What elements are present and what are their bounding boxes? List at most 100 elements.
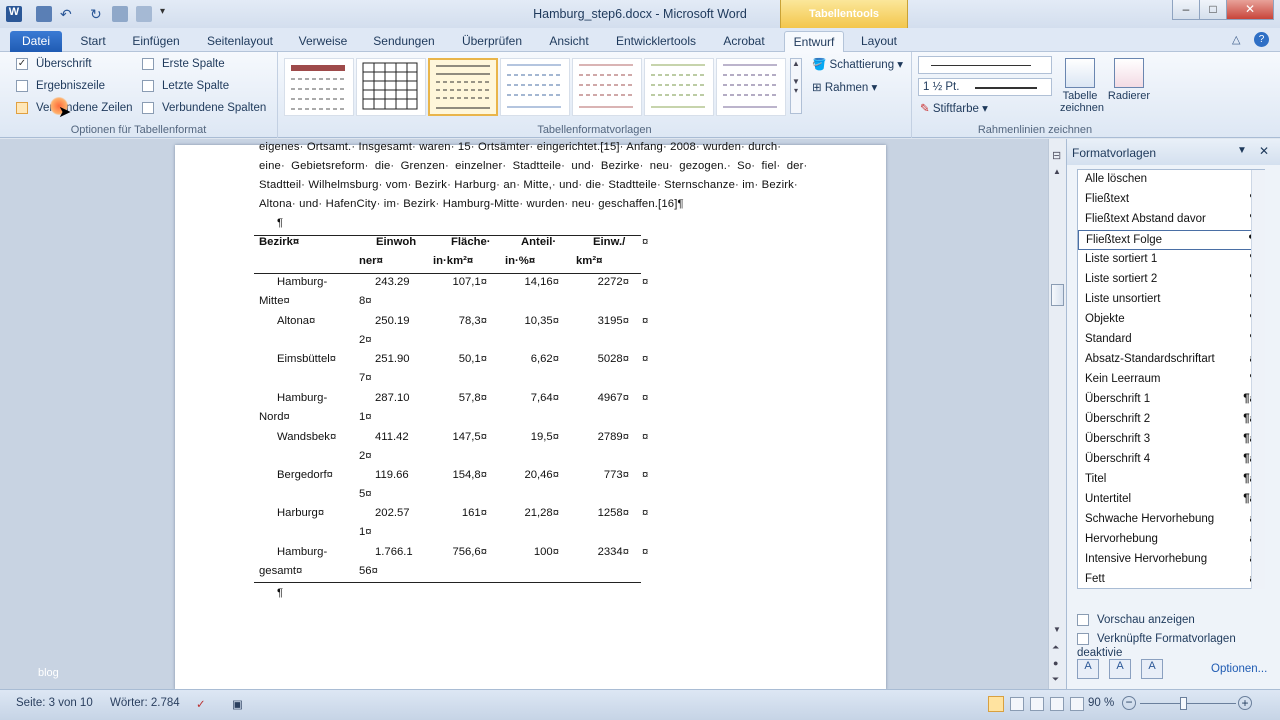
table-header-cell[interactable]: Bezirk¤	[259, 236, 299, 248]
style-item[interactable]: Objekte¶	[1078, 310, 1264, 330]
outline-view-icon[interactable]	[1050, 697, 1064, 711]
zoom-in-icon[interactable]: +	[1238, 696, 1252, 710]
table-cell-population[interactable]: 287.10	[375, 392, 410, 404]
table-cell-district[interactable]: Altona¤	[277, 315, 315, 327]
table-cell-population[interactable]: 7¤	[359, 372, 372, 384]
style-item[interactable]: Absatz-Standardschriftarta	[1078, 350, 1264, 370]
table-header-cell[interactable]: in·km²¤	[433, 255, 473, 267]
table-cell-population[interactable]: 1¤	[359, 411, 372, 423]
style-item[interactable]: Schwache Hervorhebunga	[1078, 510, 1264, 530]
table-cell-share[interactable]: 6,62¤	[531, 353, 559, 365]
table-cell-district[interactable]: gesamt¤	[259, 565, 302, 577]
style-item[interactable]: Intensive Hervorhebunga	[1078, 550, 1264, 570]
end-of-row-mark[interactable]: ¤	[642, 315, 648, 327]
style-item[interactable]: Kein Leerraum¶	[1078, 370, 1264, 390]
tab-verweise[interactable]: Verweise	[292, 31, 354, 52]
style-item[interactable]: Fließtext¶	[1078, 190, 1264, 210]
pen-style-dropdown[interactable]	[918, 56, 1052, 74]
style-item[interactable]: Liste sortiert 1¶	[1078, 250, 1264, 270]
browse-object-icon[interactable]: ●	[1053, 658, 1058, 668]
table-cell-population[interactable]: 1.766.1	[375, 546, 413, 558]
style-item[interactable]: Standard¶	[1078, 330, 1264, 350]
table-cell-population[interactable]: 8¤	[359, 295, 372, 307]
first-column-checkbox[interactable]: Erste Spalte	[142, 57, 225, 73]
close-button[interactable]: ✕	[1226, 0, 1274, 20]
style-item[interactable]: Überschrift 2 ¶a	[1078, 410, 1264, 430]
table-style-6[interactable]	[644, 58, 714, 116]
table-header-cell[interactable]: ner¤	[359, 255, 383, 267]
table-cell-area[interactable]: 107,1¤	[452, 276, 487, 288]
ribbon-minimize-icon[interactable]: △	[1232, 33, 1240, 46]
pane-close-icon[interactable]: ✕	[1259, 144, 1269, 158]
style-item[interactable]: Liste unsortiert¶	[1078, 290, 1264, 310]
style-item[interactable]: Überschrift 1 ¶a	[1078, 390, 1264, 410]
prev-page-icon[interactable]: ⏶	[1052, 642, 1059, 653]
end-of-row-mark[interactable]: ¤	[642, 276, 648, 288]
eraser-button[interactable]: Radierer	[1106, 58, 1152, 102]
tab-entwurf[interactable]: Entwurf	[784, 31, 844, 52]
end-of-row-mark[interactable]: ¤	[642, 353, 648, 365]
zoom-slider-track[interactable]	[1140, 703, 1236, 704]
table-cell-population[interactable]: 202.57	[375, 507, 410, 519]
table-cell-district[interactable]: Mitte¤	[259, 295, 290, 307]
table-cell-district[interactable]: Wandsbek¤	[277, 431, 336, 443]
style-item[interactable]: Liste sortiert 2¶	[1078, 270, 1264, 290]
vertical-scrollbar[interactable]: ⊟ ▲ ▼ ⏶ ● ⏷	[1048, 139, 1066, 689]
style-item[interactable]: Überschrift 4 ¶a	[1078, 450, 1264, 470]
style-item[interactable]: Fließtext Folge¶	[1078, 230, 1264, 250]
tab-ueberpruefen[interactable]: Überprüfen	[454, 31, 530, 52]
pen-weight-dropdown[interactable]: 1 ½ Pt.	[918, 78, 1052, 96]
table-cell-share[interactable]: 21,28¤	[524, 507, 559, 519]
table-header-cell[interactable]: in·%¤	[505, 255, 535, 267]
print-layout-view-icon[interactable]	[988, 696, 1004, 712]
style-inspector-icon[interactable]: A	[1109, 659, 1131, 679]
table-cell-district[interactable]: Harburg¤	[277, 507, 324, 519]
style-item[interactable]: Überschrift 3 ¶a	[1078, 430, 1264, 450]
table-cell-area[interactable]: 756,6¤	[452, 546, 487, 558]
next-page-icon[interactable]: ⏷	[1052, 674, 1059, 685]
table-cell-share[interactable]: 7,64¤	[531, 392, 559, 404]
full-screen-view-icon[interactable]	[1010, 697, 1024, 711]
table-cell-population[interactable]: 2¤	[359, 334, 372, 346]
macro-record-icon[interactable]: ▣	[232, 697, 243, 711]
style-item[interactable]: Fetta	[1078, 570, 1264, 588]
document-page[interactable]: eigenes· Ortsamt.· Insgesamt· waren· 15·…	[175, 141, 886, 690]
word-count[interactable]: Wörter: 2.784	[110, 697, 180, 709]
header-row-checkbox[interactable]: ✓ Überschrift	[16, 57, 92, 73]
manage-styles-icon[interactable]: A	[1141, 659, 1163, 679]
table-cell-district[interactable]: Hamburg-	[277, 276, 327, 288]
table-cell-area[interactable]: 50,1¤	[459, 353, 487, 365]
tab-acrobat[interactable]: Acrobat	[716, 31, 772, 52]
web-layout-view-icon[interactable]	[1030, 697, 1044, 711]
scroll-down-icon[interactable]: ▼	[1053, 625, 1061, 634]
table-cell-district[interactable]: Nord¤	[259, 411, 290, 423]
preview-checkbox[interactable]: Vorschau anzeigen	[1077, 613, 1195, 629]
banded-rows-checkbox[interactable]: Verbundene Zeilen	[16, 101, 133, 117]
zoom-slider-thumb[interactable]	[1180, 697, 1187, 710]
table-cell-area[interactable]: 78,3¤	[459, 315, 487, 327]
table-cell-population[interactable]: 119.66	[375, 469, 409, 481]
tab-seitenlayout[interactable]: Seitenlayout	[200, 31, 280, 52]
maximize-button[interactable]: □	[1199, 0, 1227, 20]
pane-menu-icon[interactable]: ▼	[1237, 145, 1247, 156]
tab-sendungen[interactable]: Sendungen	[366, 31, 442, 52]
table-cell-population[interactable]: 243.29	[375, 276, 410, 288]
table-cell-population[interactable]: 2¤	[359, 450, 372, 462]
table-cell-population[interactable]: 1¤	[359, 526, 372, 538]
table-header-cell[interactable]: Fläche·	[451, 236, 491, 248]
end-of-row-mark[interactable]: ¤	[642, 392, 648, 404]
end-of-row-mark[interactable]: ¤	[642, 236, 648, 248]
table-cell-district[interactable]: Hamburg-	[277, 392, 327, 404]
options-link[interactable]: Optionen...	[1211, 663, 1267, 675]
table-cell-density[interactable]: 773¤	[604, 469, 629, 481]
borders-button[interactable]: ⊞ Rahmen ▾	[812, 80, 877, 94]
table-cell-district[interactable]: Hamburg-	[277, 546, 327, 558]
minimize-button[interactable]: –	[1172, 0, 1200, 20]
pen-color-button[interactable]: ✎ Stiftfarbe ▾	[920, 101, 988, 115]
gallery-scroll[interactable]: ▲ ▼ ▾	[790, 58, 802, 114]
table-header-cell[interactable]: Einw./	[593, 236, 625, 248]
new-style-icon[interactable]: A	[1077, 659, 1099, 679]
table-cell-density[interactable]: 4967¤	[598, 392, 629, 404]
banded-columns-checkbox[interactable]: Verbundene Spalten	[142, 101, 266, 117]
draw-table-button[interactable]: Tabelle zeichnen	[1060, 58, 1104, 114]
